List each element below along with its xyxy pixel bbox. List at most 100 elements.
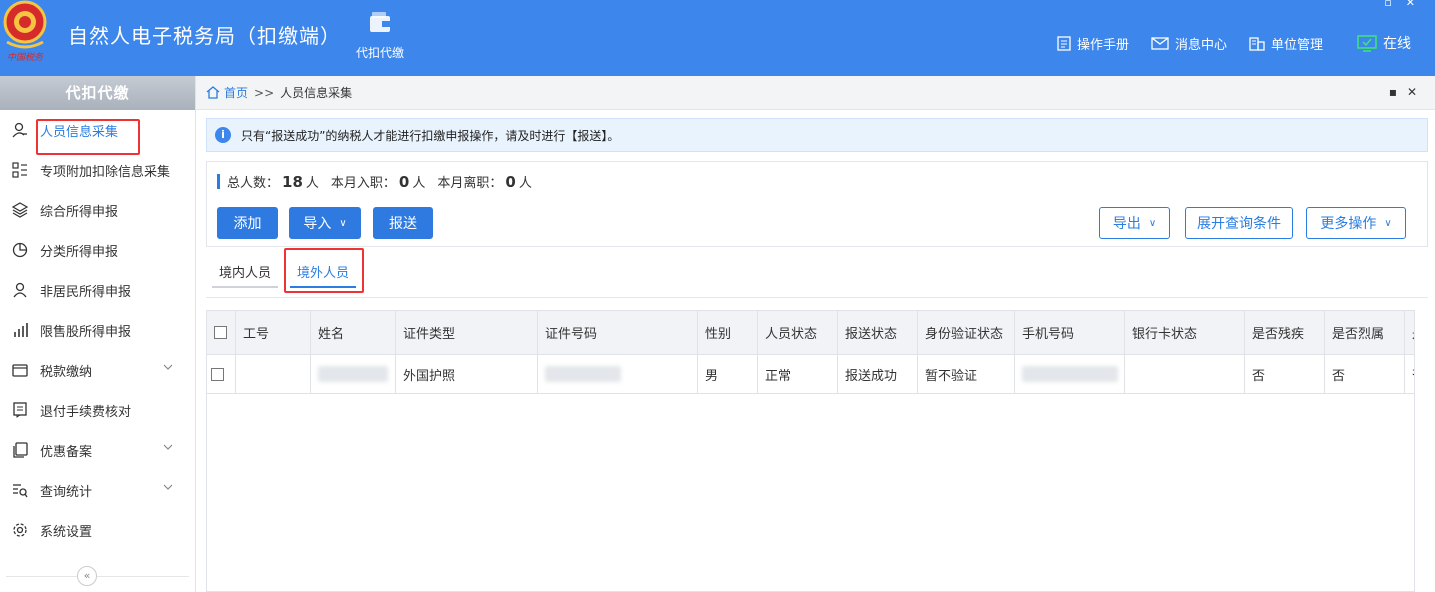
module-tab-withholding[interactable]: 代扣代缴: [350, 10, 410, 61]
sidebar-item-label: 专项附加扣除信息采集: [40, 164, 171, 180]
import-button[interactable]: 导入 ∨: [289, 207, 361, 239]
column-header[interactable]: 银行卡状态: [1125, 311, 1245, 354]
manual-link-label: 操作手册: [1076, 37, 1129, 53]
sidebar-item-label: 查询统计: [40, 484, 93, 500]
sidebar-item-comprehensive-income[interactable]: 综合所得申报: [0, 190, 195, 230]
total-unit: 人: [305, 176, 319, 191]
table-cell: [236, 355, 311, 393]
column-header[interactable]: 报送状态: [838, 311, 918, 354]
personnel-table: 工号 姓名 证件类型 证件号码 性别 人员状态 报送状态 身份验证状态 手机号码…: [206, 310, 1415, 592]
column-header[interactable]: 证件类型: [396, 311, 538, 354]
column-header[interactable]: 人员状态: [758, 311, 838, 354]
sidebar-item-classified-income[interactable]: 分类所得申报: [0, 230, 195, 270]
message-center-label: 消息中心: [1174, 37, 1227, 53]
personnel-tabs: 境内人员 境外人员: [206, 248, 1428, 298]
document-icon: [13, 402, 27, 418]
online-status[interactable]: 在线: [1357, 33, 1411, 53]
joined-label: 本月入职：: [330, 176, 396, 191]
manual-icon: [1057, 35, 1071, 51]
joined-value: 0: [398, 172, 410, 191]
column-header[interactable]: 是否烈属: [1325, 311, 1405, 354]
export-button-label: 导出: [1112, 216, 1141, 232]
wallet-icon: [12, 364, 28, 377]
redacted-text: [545, 366, 621, 382]
sidebar-item-restricted-shares[interactable]: 限售股所得申报: [0, 310, 195, 350]
notice-text: 只有“报送成功”的纳税人才能进行扣缴申报操作，请及时进行【报送】。: [241, 128, 620, 143]
table-cell: 男: [698, 355, 758, 393]
table-cell: [1125, 355, 1245, 393]
table-row[interactable]: 外国护照 男 正常 报送成功 暂不验证 否 否 否: [207, 355, 1414, 394]
sidebar-item-special-deduction[interactable]: 专项附加扣除信息采集: [0, 150, 195, 190]
sidebar-item-preferential-filing[interactable]: 优惠备案: [0, 430, 195, 470]
expand-query-button[interactable]: 展开查询条件: [1185, 207, 1293, 239]
table-cell: 否: [1325, 355, 1405, 393]
sidebar-collapse-button[interactable]: «: [77, 566, 97, 586]
summary-panel: 总人数： 18 人 本月入职： 0 人 本月离职： 0 人 添加 导入 ∨ 报送 …: [206, 161, 1428, 247]
row-checkbox[interactable]: [211, 367, 224, 381]
column-header[interactable]: 手机号码: [1015, 311, 1125, 354]
copy-icon: [13, 442, 28, 458]
message-center-link[interactable]: 消息中心: [1151, 33, 1227, 53]
left-unit: 人: [518, 176, 532, 191]
vertical-scrollbar[interactable]: [1416, 310, 1435, 592]
column-header[interactable]: 工号: [236, 311, 311, 354]
sidebar-item-nonresident-income[interactable]: 非居民所得申报: [0, 270, 195, 310]
personnel-stats: 总人数： 18 人 本月入职： 0 人 本月离职： 0 人: [217, 172, 532, 191]
left-label: 本月离职：: [437, 176, 503, 191]
highlight-box-personnel-info: [36, 119, 140, 155]
table-header: 工号 姓名 证件类型 证件号码 性别 人员状态 报送状态 身份验证状态 手机号码…: [207, 311, 1414, 355]
select-all-cell: [207, 311, 236, 354]
sidebar-item-label: 非居民所得申报: [40, 284, 132, 300]
wallet-icon: [370, 12, 390, 32]
sidebar-item-label: 退付手续费核对: [40, 404, 132, 420]
table-cell: 否: [1405, 355, 1414, 393]
submit-button[interactable]: 报送: [373, 207, 433, 239]
sidebar-item-refund-fee[interactable]: 退付手续费核对: [0, 390, 195, 430]
manual-link[interactable]: 操作手册: [1057, 33, 1129, 53]
export-button[interactable]: 导出 ∨: [1099, 207, 1170, 239]
table-cell-phone-redacted: [1015, 355, 1125, 393]
breadcrumb-home-link[interactable]: 首页: [224, 84, 248, 101]
chevron-down-icon: ∨: [339, 217, 347, 229]
sidebar-item-query-statistics[interactable]: 查询统计: [0, 470, 195, 510]
sidebar-item-system-settings[interactable]: 系统设置: [0, 510, 195, 550]
column-header[interactable]: 性别: [698, 311, 758, 354]
column-header[interactable]: 证件号码: [538, 311, 698, 354]
column-header[interactable]: 是否残疾: [1245, 311, 1325, 354]
monitor-icon: [1357, 34, 1377, 52]
info-icon: i: [215, 127, 231, 143]
column-header[interactable]: 是: [1405, 311, 1414, 354]
joined-unit: 人: [412, 176, 426, 191]
list-icon: [12, 162, 27, 178]
total-label: 总人数：: [227, 176, 280, 191]
unit-management-link[interactable]: 单位管理: [1249, 33, 1323, 53]
table-cell: 外国护照: [396, 355, 538, 393]
app-header: 中国税务 自然人电子税务局（扣缴端） 代扣代缴 ▫✕ 操作手册 消息中心 单位管…: [0, 0, 1435, 76]
person-icon: [13, 282, 27, 298]
select-all-checkbox[interactable]: [214, 326, 227, 339]
chevron-down-icon: ∨: [1384, 217, 1392, 229]
logo-caption: 中国税务: [7, 52, 44, 63]
more-actions-label: 更多操作: [1320, 216, 1377, 232]
gear-icon: [13, 523, 27, 537]
table-cell: 否: [1245, 355, 1325, 393]
column-header[interactable]: 身份验证状态: [918, 311, 1015, 354]
window-controls[interactable]: ▫✕: [1384, 0, 1429, 9]
home-icon[interactable]: [206, 86, 220, 99]
sidebar-item-label: 分类所得申报: [40, 244, 119, 260]
column-header[interactable]: 姓名: [311, 311, 396, 354]
pie-icon: [12, 242, 28, 258]
sidebar-item-label: 税款缴纳: [40, 364, 93, 380]
expand-query-label: 展开查询条件: [1197, 216, 1281, 232]
tab-window-controls[interactable]: ▪✕: [1389, 85, 1427, 99]
sidebar-item-label: 综合所得申报: [40, 204, 119, 220]
add-button[interactable]: 添加: [217, 207, 278, 239]
tab-domestic[interactable]: 境内人员: [212, 262, 278, 288]
stats-accent-bar: [217, 174, 220, 189]
table-cell-id-redacted: [538, 355, 698, 393]
more-actions-button[interactable]: 更多操作 ∨: [1306, 207, 1406, 239]
online-status-label: 在线: [1383, 36, 1411, 52]
sidebar-item-tax-payment[interactable]: 税款缴纳: [0, 350, 195, 390]
total-value: 18: [282, 172, 303, 191]
building-icon: [1249, 36, 1265, 51]
